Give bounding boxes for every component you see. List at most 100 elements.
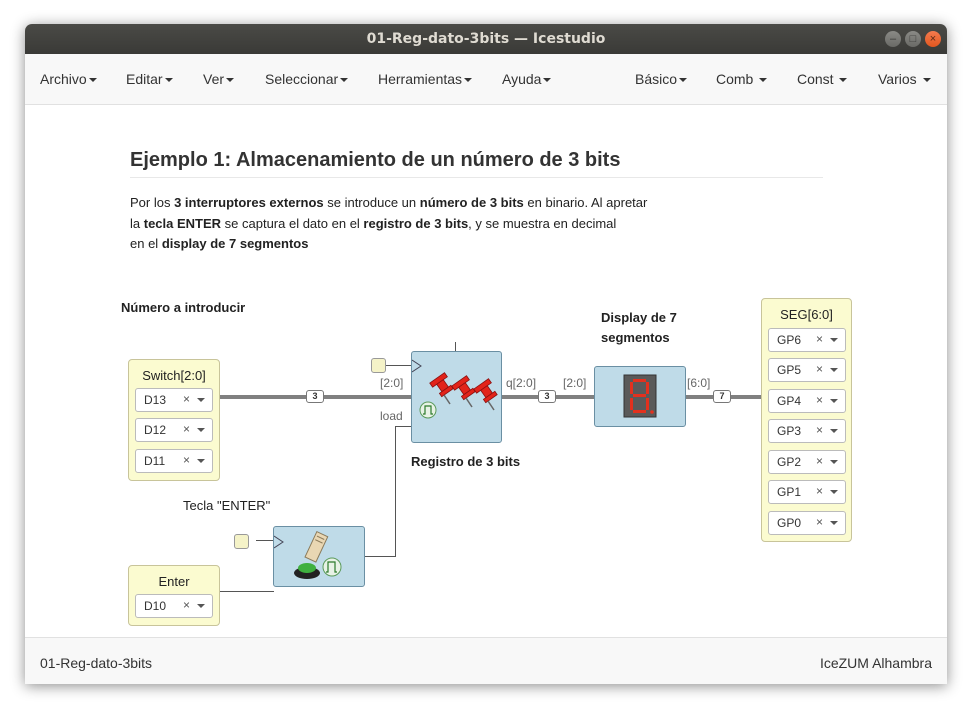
pin-select[interactable]: D11 × <box>135 449 213 473</box>
enter-wire[interactable] <box>219 591 274 592</box>
load-wire-vertical[interactable] <box>395 426 396 557</box>
close-button[interactable]: × <box>925 31 941 47</box>
chevron-down-icon[interactable] <box>197 398 205 402</box>
title-bar[interactable]: 01-Reg-dato-3bits — Icestudio – □ × <box>25 24 947 54</box>
pin-select[interactable]: D10 × <box>135 594 213 618</box>
caret-down-icon <box>340 78 349 83</box>
caret-down-icon <box>922 78 931 83</box>
menu-label: Herramientas <box>378 71 463 87</box>
bus-size-badge: 7 <box>713 390 731 403</box>
description-text: Por los <box>130 195 175 210</box>
pin-select[interactable]: GP3 × <box>768 419 846 443</box>
clear-icon[interactable]: × <box>816 454 823 468</box>
clear-icon[interactable]: × <box>183 598 190 612</box>
chevron-down-icon[interactable] <box>830 521 838 525</box>
register-3bits-block[interactable] <box>411 351 502 443</box>
load-wire[interactable] <box>364 556 395 557</box>
chevron-down-icon[interactable] <box>830 399 838 403</box>
maximize-button[interactable]: □ <box>905 31 921 47</box>
pin-select[interactable]: GP5 × <box>768 358 846 382</box>
window-title: 01-Reg-dato-3bits — Icestudio <box>366 31 606 47</box>
menu-basico[interactable]: Básico <box>635 71 688 87</box>
menu-label: Editar <box>126 71 163 87</box>
chevron-down-icon[interactable] <box>830 460 838 464</box>
seven-segment-block[interactable] <box>594 366 686 427</box>
pin-value: D10 <box>144 599 167 613</box>
enter-comment: Tecla "ENTER" <box>183 498 271 513</box>
bus-size-badge: 3 <box>538 390 556 403</box>
chevron-down-icon[interactable] <box>830 490 838 494</box>
menu-seleccionar[interactable]: Seleccionar <box>265 71 349 87</box>
pin-value: D12 <box>144 423 167 437</box>
button-clock-input[interactable] <box>234 534 249 549</box>
register-comment: Registro de 3 bits <box>411 454 521 469</box>
pin-select[interactable]: D12 × <box>135 418 213 442</box>
description-text: número de 3 bits <box>419 195 524 210</box>
register-clock-wire[interactable] <box>383 365 411 366</box>
chevron-down-icon[interactable] <box>830 338 838 342</box>
switch-input-port[interactable]: Switch[2:0] D13 × D12 × D11 × <box>128 359 220 481</box>
clear-icon[interactable]: × <box>816 484 823 498</box>
menu-comb[interactable]: Comb <box>716 71 768 87</box>
clear-icon[interactable]: × <box>183 422 190 436</box>
chevron-down-icon[interactable] <box>197 428 205 432</box>
menu-label: Ver <box>203 71 225 87</box>
pin-select[interactable]: GP1 × <box>768 480 846 504</box>
caret-down-icon <box>839 78 848 83</box>
description-text: se captura el dato en el <box>221 215 364 231</box>
register-output-label: q[2:0] <box>506 376 537 390</box>
caret-down-icon <box>543 78 552 83</box>
description-text: tecla ENTER <box>143 215 222 231</box>
design-canvas[interactable]: Ejemplo 1: Almacenamiento de un número d… <box>25 105 947 637</box>
description-text: display de 7 segmentos <box>161 236 309 251</box>
port-name: SEG[6:0] <box>780 307 833 322</box>
clear-icon[interactable]: × <box>183 453 190 467</box>
menu-label: Seleccionar <box>265 71 339 87</box>
menu-ayuda[interactable]: Ayuda <box>502 71 552 87</box>
menu-const[interactable]: Const <box>797 71 848 87</box>
board-name[interactable]: IceZUM Alhambra <box>820 655 932 671</box>
clear-icon[interactable]: × <box>816 332 823 346</box>
enter-clock-wire[interactable] <box>256 540 274 541</box>
pin-select[interactable]: D13 × <box>135 388 213 412</box>
display-comment-line: segmentos <box>601 330 670 345</box>
display-input-label: [2:0] <box>563 376 587 390</box>
button-debounce-block[interactable] <box>273 526 365 587</box>
caret-down-icon <box>464 78 473 83</box>
menu-ver[interactable]: Ver <box>203 71 235 87</box>
menu-archivo[interactable]: Archivo <box>40 71 97 87</box>
menu-varios[interactable]: Varios <box>878 71 931 87</box>
register-load-label: load <box>380 409 403 423</box>
chevron-down-icon[interactable] <box>197 604 205 608</box>
menu-herramientas[interactable]: Herramientas <box>378 71 473 87</box>
chevron-down-icon[interactable] <box>830 368 838 372</box>
status-bar: 01-Reg-dato-3bits IceZUM Alhambra <box>25 637 947 684</box>
clear-icon[interactable]: × <box>816 393 823 407</box>
pin-select[interactable]: GP4 × <box>768 389 846 413</box>
segment-output-port[interactable]: SEG[6:0] GP6 × GP5 × GP4 × GP3 × GP2 × GP1 × G… <box>761 298 852 542</box>
clear-icon[interactable]: × <box>183 392 190 406</box>
description-text: en binario. Al apretar <box>523 195 648 210</box>
port-name: Switch[2:0] <box>142 368 206 383</box>
pin-select[interactable]: GP2 × <box>768 450 846 474</box>
pin-value: GP2 <box>777 455 802 469</box>
register-top-stub <box>455 342 456 351</box>
menu-label: Archivo <box>40 71 87 87</box>
clear-icon[interactable]: × <box>816 515 823 529</box>
minimize-button[interactable]: – <box>885 31 901 47</box>
enter-input-port[interactable]: Enter D10 × <box>128 565 220 626</box>
clear-icon[interactable]: × <box>816 423 823 437</box>
info-description: Por los 3 interruptores externos se intr… <box>130 193 690 255</box>
pin-select[interactable]: GP0 × <box>768 511 846 535</box>
pin-select[interactable]: GP6 × <box>768 328 846 352</box>
display-comment-line: Display de 7 <box>601 310 677 325</box>
chevron-down-icon[interactable] <box>197 459 205 463</box>
push-button-icon <box>273 530 342 579</box>
register-clock-input[interactable] <box>371 358 386 373</box>
clear-icon[interactable]: × <box>816 362 823 376</box>
load-wire-input[interactable] <box>395 426 411 427</box>
chevron-down-icon[interactable] <box>830 429 838 433</box>
pin-value: GP4 <box>777 394 802 408</box>
pin-value: GP1 <box>777 485 802 499</box>
menu-editar[interactable]: Editar <box>126 71 173 87</box>
